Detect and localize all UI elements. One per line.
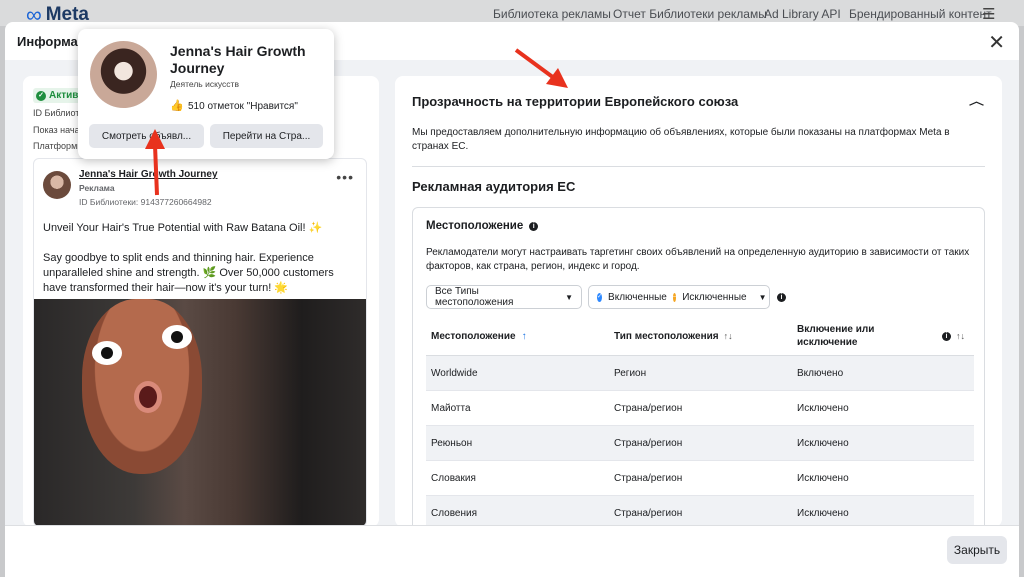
column-header-location[interactable]: Местоположение ↑ [431,316,527,356]
eye-illustration [162,325,192,349]
nav-ad-library-api[interactable]: Ad Library API [764,7,841,21]
nav-ad-library-report[interactable]: Отчет Библиотеки рекламы [613,7,767,21]
cell-location: Словения [431,508,478,519]
annotation-arrow-down-right [514,48,568,88]
table-row: Словакия Страна/регион Исключено [426,461,974,496]
go-to-page-button[interactable]: Перейти на Стра... [210,124,323,148]
location-table: Местоположение ↑ Тип местоположения ↑↓ Вкл… [426,316,974,527]
eu-transparency-description: Мы предоставляем дополнительную информац… [412,127,950,152]
sort-icon: ↑↓ [723,330,733,341]
column-header-inclusion-controls[interactable]: i ↑↓ [942,316,965,356]
hovercard-page-name[interactable]: Jenna's Hair Growth Journey [170,43,320,77]
check-icon: ✓ [36,91,46,101]
eye-illustration [92,341,122,365]
nav-ad-library[interactable]: Библиотека рекламы [493,7,611,21]
column-header-location-type[interactable]: Тип местоположения ↑↓ [614,316,733,356]
modal-footer: Закрыть [5,525,1019,577]
close-icon[interactable]: ✕ [988,30,1005,55]
more-options-icon[interactable]: ••• [336,169,354,185]
cell-location: Майотта [431,403,471,414]
ad-text-headline: Unveil Your Hair's True Potential with R… [43,222,323,234]
table-row: Майотта Страна/регион Исключено [426,391,974,426]
hamburger-menu-icon[interactable]: ☰ [982,5,995,23]
cell-location-type: Страна/регион [614,473,683,484]
modal-title: Информац [17,34,86,49]
cell-location-type: Страна/регион [614,403,683,414]
platforms-label: Платформы [33,141,84,151]
cell-location: Словакия [431,473,476,484]
info-icon[interactable]: i [529,221,539,231]
sort-icon: ↑↓ [956,330,965,341]
cell-location-type: Регион [614,368,647,379]
page-hovercard: Jenna's Hair Growth Journey Деятель иску… [78,29,334,159]
sort-ascending-icon: ↑ [521,330,527,342]
eu-audience-title: Рекламная аудитория ЕС [412,179,576,194]
location-card: Местоположение i Рекламодатели могут нас… [412,207,985,527]
ad-creative-image [34,299,366,526]
table-row: Worldwide Регион Включено [426,356,974,391]
cell-inclusion: Исключено [797,508,849,519]
cell-location: Реюньон [431,438,473,449]
ad-preview-card: Jenna's Hair Growth Journey Реклама ID Б… [33,158,367,527]
avatar[interactable] [43,171,71,199]
caret-down-icon: ▼ [758,292,767,302]
table-header: Местоположение ↑ Тип местоположения ↑↓ Вкл… [426,316,974,356]
cell-location-type: Страна/регион [614,438,683,449]
column-header-inclusion[interactable]: Включение или исключение [797,316,897,356]
cell-inclusion: Исключено [797,403,849,414]
cell-inclusion: Исключено [797,438,849,449]
library-id-label: ID Библиоте [33,108,85,118]
started-running-label: Показ начат [33,125,84,135]
table-row: Реюньон Страна/регион Исключено [426,426,974,461]
mouth-illustration [134,381,162,413]
location-description: Рекламодатели могут настраивать таргетин… [426,247,970,272]
location-heading: Местоположение i [426,220,539,232]
ad-text-body: Say goodbye to split ends and thinning h… [43,252,334,294]
eu-transparency-title: Прозрачность на территории Европейского … [412,94,739,109]
table-row: Словения Страна/регион Исключено [426,496,974,527]
avatar[interactable] [90,41,157,108]
caret-down-icon: ▼ [565,292,573,302]
inclusion-filter-dropdown[interactable]: ✓ Включенные – Исключенные ▼ [588,285,770,309]
cell-inclusion: Включено [797,368,844,379]
cell-location: Worldwide [431,368,478,379]
cell-inclusion: Исключено [797,473,849,484]
nav-branded-content[interactable]: Брендированный контент [849,7,992,21]
eu-transparency-panel: Прозрачность на территории Европейского … [395,76,1002,527]
info-icon[interactable]: i [777,293,786,302]
info-icon[interactable]: i [942,331,951,341]
chevron-up-icon[interactable]: ︿ [969,93,984,108]
location-type-dropdown[interactable]: Все Типы местоположения ▼ [426,285,582,309]
cell-location-type: Страна/регион [614,508,683,519]
exclude-circle-icon: – [672,292,677,302]
divider [412,166,985,167]
annotation-arrow-up [145,129,165,196]
hovercard-category: Деятель искусств [170,79,239,89]
close-button[interactable]: Закрыть [947,536,1007,564]
sponsored-label: Реклама [79,183,115,193]
check-circle-icon: ✓ [597,292,603,302]
thumbs-up-icon: 👍 [170,100,184,112]
hovercard-likes: 👍 510 отметок "Нравится" [170,100,298,112]
